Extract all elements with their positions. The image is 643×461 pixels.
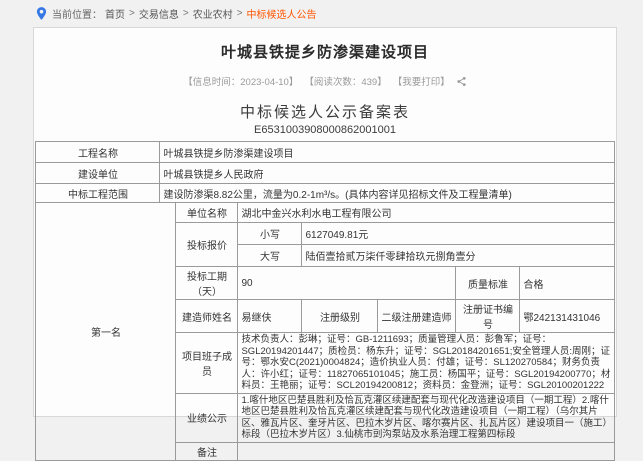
builder-value: 易继伕 <box>238 300 302 333</box>
team-label: 项目班子成员 <box>176 333 238 394</box>
scope-value: 建设防渗渠8.82公里，流量为0.2-1m³/s。(具体内容详见招标文件及工程量… <box>160 184 614 203</box>
scope-label: 中标工程范围 <box>36 184 160 203</box>
remark-value <box>238 442 614 460</box>
breadcrumb-trade-info[interactable]: 交易信息 <box>139 6 179 21</box>
performance-label: 业绩公示 <box>176 393 238 442</box>
price-lower-value: 6127049.81元 <box>302 223 614 245</box>
quality-label: 质量标准 <box>456 267 520 300</box>
row-company: 第一名 单位名称 湖北中金兴水利水电工程有限公司 <box>36 203 614 223</box>
performance-value: 1.喀什地区巴楚县胜利及恰瓦克灌区续建配套与现代化改造建设项目（一期工程）2.喀… <box>238 393 614 442</box>
company-value: 湖北中金兴水利水电工程有限公司 <box>238 203 614 223</box>
owner-value: 叶城县铁提乡人民政府 <box>160 163 614 184</box>
breadcrumb-agriculture[interactable]: 农业农村 <box>193 6 233 21</box>
bid-price-label: 投标报价 <box>176 223 238 267</box>
record-number: E6531003908000862001001 <box>34 124 616 136</box>
team-value: 技术负责人：彭琳；证号：GB-1211693；质量管理人员：彭鲁军；证号：SGL… <box>238 333 614 394</box>
project-name-label: 工程名称 <box>36 142 160 163</box>
quality-value: 合格 <box>520 267 614 300</box>
reg-level-value: 二级注册建造师 <box>378 300 456 333</box>
content-card: 叶城县铁提乡防渗渠建设项目 【信息时间：2023-04-10】 【阅读次数：43… <box>33 27 617 417</box>
builder-label: 建造师姓名 <box>176 300 238 333</box>
share-icon[interactable] <box>456 76 467 87</box>
row-scope: 中标工程范围 建设防渗渠8.82公里，流量为0.2-1m³/s。(具体内容详见招… <box>36 184 614 203</box>
breadcrumb-prefix: 当前位置： <box>52 6 102 21</box>
owner-label: 建设单位 <box>36 163 160 184</box>
company-label: 单位名称 <box>176 203 238 223</box>
price-upper-value: 陆佰壹拾贰万柒仟零肆拾玖元捌角壹分 <box>302 245 614 267</box>
breadcrumb-separator: > <box>129 8 135 19</box>
read-count-label: 【阅读次数：439】 <box>304 74 386 88</box>
breadcrumb-current: 中标候选人公告 <box>247 6 317 21</box>
breadcrumb-home[interactable]: 首页 <box>105 6 125 21</box>
project-name-value: 叶城县铁提乡防渗渠建设项目 <box>160 142 614 163</box>
duration-label: 投标工期（天） <box>176 267 238 300</box>
print-button[interactable]: 【我要打印】 <box>393 74 450 88</box>
remark-label: 备注 <box>176 442 238 460</box>
cert-no-value: 鄂242131431046 <box>520 300 614 333</box>
rank-label: 第一名 <box>36 203 176 461</box>
bid-record-table: 工程名称 叶城县铁提乡防渗渠建设项目 建设单位 叶城县铁提乡人民政府 中标工程范… <box>35 141 614 461</box>
row-project-name: 工程名称 叶城县铁提乡防渗渠建设项目 <box>36 142 614 163</box>
breadcrumb-separator: > <box>183 8 189 19</box>
breadcrumb: 当前位置： 首页 > 交易信息 > 农业农村 > 中标候选人公告 <box>36 6 623 21</box>
price-upper-label: 大写 <box>238 245 302 267</box>
row-owner: 建设单位 叶城县铁提乡人民政府 <box>36 163 614 184</box>
duration-value: 90 <box>238 267 456 300</box>
info-time-label: 【信息时间：2023-04-10】 <box>183 74 298 88</box>
page-title: 叶城县铁提乡防渗渠建设项目 <box>34 41 616 62</box>
breadcrumb-separator: > <box>237 8 243 19</box>
article-meta: 【信息时间：2023-04-10】 【阅读次数：439】 【我要打印】 <box>34 74 616 88</box>
cert-no-label: 注册证书编号 <box>456 300 520 333</box>
reg-level-label: 注册级别 <box>302 300 378 333</box>
location-pin-icon <box>36 7 47 20</box>
form-title: 中标候选人公示备案表 <box>34 101 616 122</box>
price-lower-label: 小写 <box>238 223 302 245</box>
